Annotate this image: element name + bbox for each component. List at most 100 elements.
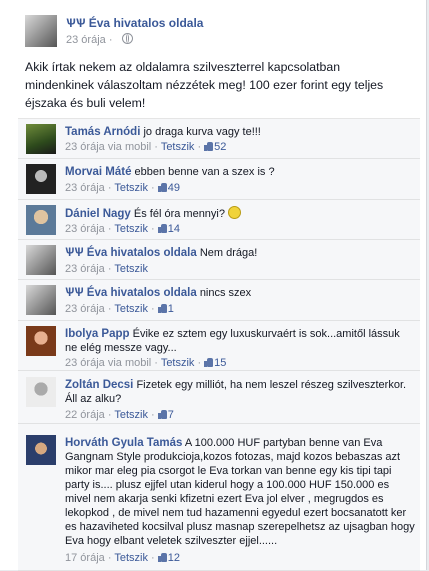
comment-time[interactable]: 22 órája [65,409,105,421]
comment-meta: 23 órája · Tetszik · 1 [65,303,174,315]
commenter-name[interactable]: ѰѰ Éva hivatalos oldala [65,247,197,259]
commenter-name[interactable]: Dániel Nagy [65,208,131,220]
commenter-avatar[interactable] [26,435,56,465]
dot-separator: · [147,409,155,421]
comment-time[interactable]: 23 órája [65,303,105,315]
like-link[interactable]: Tetszik [114,223,148,235]
comment-time[interactable]: 23 órája [65,263,105,275]
dot-separator: · [147,303,155,315]
commenter-name[interactable]: Horváth Gyula Tamás [65,437,182,449]
commenter-name[interactable]: Morvai Máté [65,166,131,178]
comment-body: Ibolya Papp Évike ez sztem egy luxuskurv… [65,327,415,355]
comment-meta: 23 órája · Tetszik · 49 [65,182,180,194]
page-avatar[interactable] [25,15,57,47]
comment-body: Zoltán Decsi Fizetek egy milliót, ha nem… [65,378,415,406]
comment-item: Tamás Arnódi jo draga kurva vagy te!!! 23… [18,119,420,159]
dot-separator: · [151,357,161,369]
dot-separator: · [104,182,115,194]
like-count[interactable]: 12 [168,552,180,564]
like-count[interactable]: 14 [168,223,180,235]
thumbs-up-icon [157,410,167,419]
comment-time[interactable]: 23 órája [65,182,105,194]
comment-item: Dániel Nagy És fél óra mennyi? 23 órája ·… [18,200,420,240]
commenter-name[interactable]: Ibolya Papp [65,328,130,340]
like-link[interactable]: Tetszik [114,552,148,564]
like-link[interactable]: Tetszik [161,357,195,369]
comment-time[interactable]: 23 órája [65,357,105,369]
dot-separator: · [104,223,115,235]
commenter-avatar[interactable] [26,245,56,275]
like-count[interactable]: 49 [168,182,180,194]
comment-time[interactable]: 23 órája [65,223,105,235]
comment-text: nincs szex [199,287,252,299]
dot-separator: · [104,303,115,315]
like-count[interactable]: 1 [168,303,174,315]
comment-time[interactable]: 17 órája [65,552,105,564]
commenter-name[interactable]: ѰѰ Éva hivatalos oldala [65,287,197,299]
dot-separator: · [194,357,202,369]
thumbs-up-icon [157,183,167,192]
like-link[interactable]: Tetszik [114,263,148,275]
like-count[interactable]: 15 [214,357,226,369]
comment-text: Nem drága! [199,247,258,259]
comment-item: Zoltán Decsi Fizetek egy milliót, ha nem… [18,371,420,424]
like-link[interactable]: Tetszik [161,141,195,153]
dot-separator: · [147,182,155,194]
comment-meta: 23 órája via mobil · Tetszik · 52 [65,141,226,153]
comment-body: ѰѰ Éva hivatalos oldala nincs szex [65,286,415,300]
comment-body: Dániel Nagy És fél óra mennyi? [65,206,415,221]
smiley-emoji-icon [228,206,241,219]
post-author[interactable]: ѰѰ Éva hivatalos oldala [66,16,203,30]
comment-meta: 23 órája · Tetszik [65,263,148,275]
post-meta: 23 órája · [66,33,133,46]
dot-separator: · [147,552,155,564]
via-mobile-label: via mobil [104,141,152,153]
comment-body: ѰѰ Éva hivatalos oldala Nem drága! [65,246,415,260]
thumbs-up-icon [204,142,214,151]
comment-time[interactable]: 23 órája [65,141,105,153]
public-globe-icon [121,33,133,44]
thumbs-up-icon [204,358,214,367]
dot-separator: · [151,141,161,153]
comment-item: ѰѰ Éva hivatalos oldala Nem drága! 23 órá… [18,240,420,280]
comment-item: Morvai Máté ebben benne van a szex is ? 2… [18,159,420,200]
post-card: ѰѰ Éva hivatalos oldala 23 órája · Akik … [0,0,427,571]
commenter-avatar[interactable] [26,285,56,315]
comment-text: A 100.000 HUF partyban benne van Eva Gan… [65,437,415,547]
post-time[interactable]: 23 órája [66,34,106,46]
commenter-avatar[interactable] [26,164,56,194]
comment-meta: 22 órája · Tetszik · 7 [65,409,174,421]
dot-separator: · [108,34,113,46]
like-count[interactable]: 7 [168,409,174,421]
thumbs-up-icon [157,304,167,313]
comment-item: ѰѰ Éva hivatalos oldala nincs szex 23 órá… [18,280,420,321]
like-link[interactable]: Tetszik [114,182,148,194]
via-mobile-label: via mobil [104,357,152,369]
dot-separator: · [194,141,202,153]
thumbs-up-icon [157,224,167,233]
thumbs-up-icon [157,553,167,562]
like-link[interactable]: Tetszik [114,409,148,421]
dot-separator: · [104,552,115,564]
comment-body: Tamás Arnódi jo draga kurva vagy te!!! [65,125,415,139]
comment-list: Tamás Arnódi jo draga kurva vagy te!!! 23… [18,118,420,571]
commenter-avatar[interactable] [26,124,56,154]
commenter-name[interactable]: Tamás Arnódi [65,126,140,138]
comment-body: Horváth Gyula Tamás A 100.000 HUF partyb… [65,436,415,548]
commenter-avatar[interactable] [26,205,56,235]
comment-meta: 23 órája via mobil · Tetszik · 15 [65,357,226,369]
dot-separator: · [104,409,115,421]
comment-meta: 17 órája · Tetszik · 12 [65,552,180,564]
commenter-avatar[interactable] [26,377,56,407]
comment-text: És fél óra mennyi? [133,208,225,220]
commenter-avatar[interactable] [26,326,56,356]
post-text: Akik írtak nekem az oldalamra szilveszte… [25,60,384,110]
dot-separator: · [104,263,115,275]
comment-text: ebben benne van a szex is ? [134,166,275,178]
comment-item: Ibolya Papp Évike ez sztem egy luxuskurv… [18,321,420,371]
comment-body: Morvai Máté ebben benne van a szex is ? [65,165,415,179]
like-link[interactable]: Tetszik [114,303,148,315]
commenter-name[interactable]: Zoltán Decsi [65,379,133,391]
like-count[interactable]: 52 [214,141,226,153]
comment-item: Horváth Gyula Tamás A 100.000 HUF partyb… [18,424,420,571]
